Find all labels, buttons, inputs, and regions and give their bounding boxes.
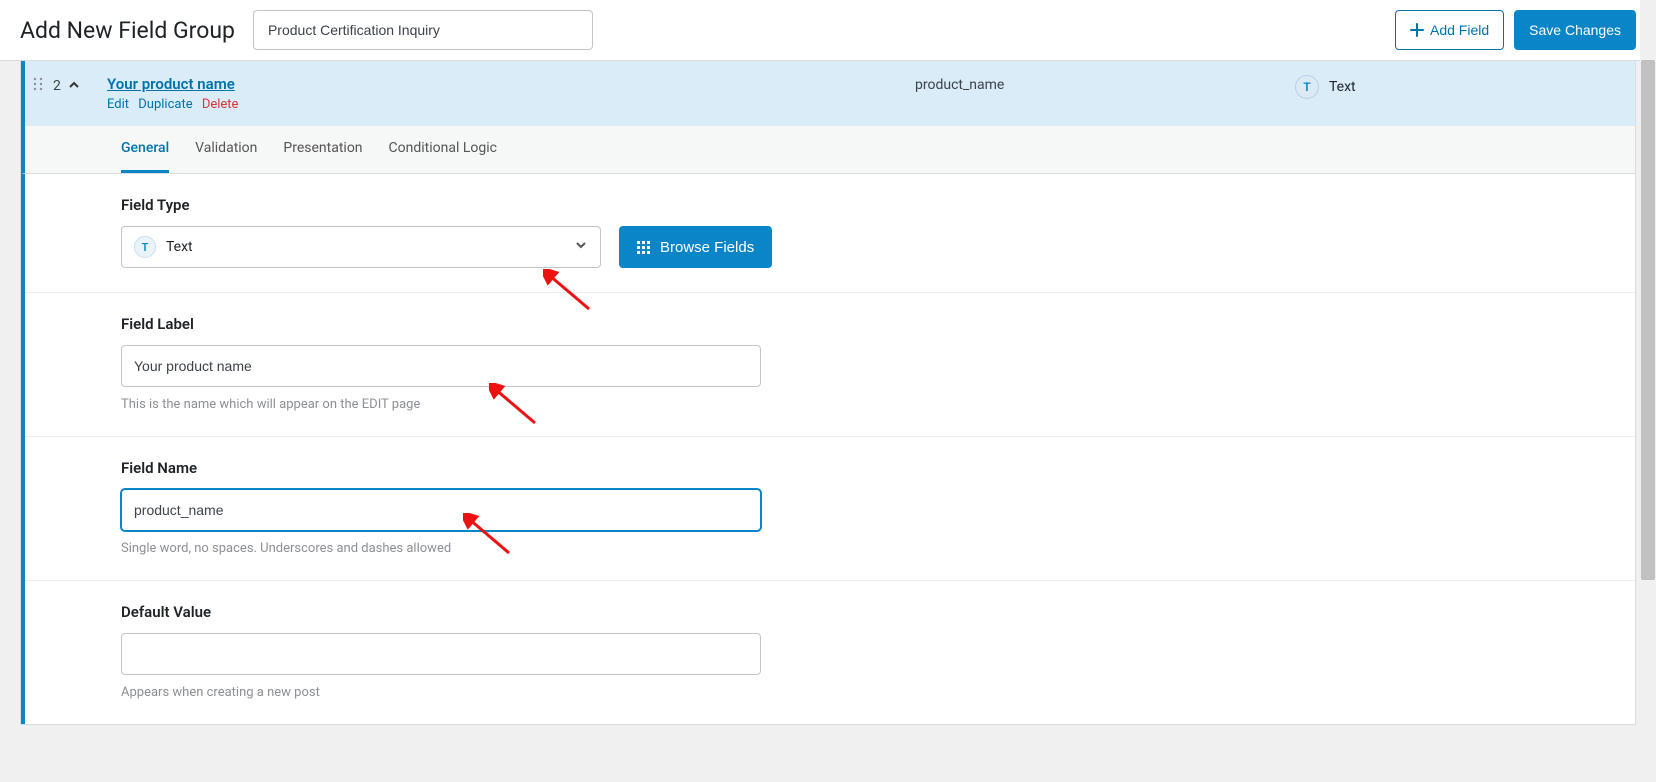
drag-handle-icon[interactable] <box>33 77 43 95</box>
delete-link[interactable]: Delete <box>202 97 239 112</box>
add-field-button[interactable]: Add Field <box>1395 10 1504 50</box>
field-name-input[interactable] <box>121 489 761 531</box>
field-label-input[interactable] <box>121 345 761 387</box>
text-type-icon: T <box>1295 75 1319 99</box>
tab-validation[interactable]: Validation <box>195 126 257 173</box>
text-type-icon: T <box>134 236 156 258</box>
default-value-input[interactable] <box>121 633 761 675</box>
edit-link[interactable]: Edit <box>107 97 129 112</box>
field-row: 2 Your product name Edit Duplicate Delet… <box>21 61 1635 126</box>
tab-presentation[interactable]: Presentation <box>283 126 362 173</box>
field-label-link[interactable]: Your product name <box>107 75 235 93</box>
field-name-help: Single word, no spaces. Underscores and … <box>121 541 1539 556</box>
field-type-value: Text <box>166 239 193 255</box>
browse-fields-button[interactable]: Browse Fields <box>619 226 772 268</box>
browse-fields-label: Browse Fields <box>660 239 754 256</box>
field-name-heading: Field Name <box>121 459 1539 477</box>
grid-icon <box>637 241 650 254</box>
scrollbar-thumb[interactable] <box>1641 60 1655 580</box>
default-value-help: Appears when creating a new post <box>121 685 1539 700</box>
field-settings-tabs: General Validation Presentation Conditio… <box>21 126 1635 174</box>
tab-general[interactable]: General <box>121 126 169 173</box>
field-label-heading: Field Label <box>121 315 1539 333</box>
field-name-display: product_name <box>915 75 1295 93</box>
save-changes-button[interactable]: Save Changes <box>1514 10 1636 50</box>
field-type-label: Field Type <box>121 196 1539 214</box>
field-type-display: Text <box>1329 79 1356 95</box>
field-type-select[interactable]: T Text <box>121 226 601 268</box>
field-group-title-input[interactable] <box>253 10 593 50</box>
collapse-toggle[interactable] <box>67 78 81 96</box>
field-label-help: This is the name which will appear on th… <box>121 397 1539 412</box>
row-actions: Edit Duplicate Delete <box>107 97 915 112</box>
page-title: Add New Field Group <box>20 17 235 44</box>
vertical-scrollbar[interactable] <box>1640 0 1656 782</box>
plus-icon <box>1410 23 1424 37</box>
default-value-heading: Default Value <box>121 603 1539 621</box>
chevron-down-icon <box>574 238 588 256</box>
save-changes-label: Save Changes <box>1529 22 1621 38</box>
add-field-label: Add Field <box>1430 22 1489 38</box>
chevron-up-icon <box>67 78 81 92</box>
field-order-number: 2 <box>53 78 61 94</box>
tab-conditional-logic[interactable]: Conditional Logic <box>389 126 497 173</box>
duplicate-link[interactable]: Duplicate <box>138 97 192 112</box>
